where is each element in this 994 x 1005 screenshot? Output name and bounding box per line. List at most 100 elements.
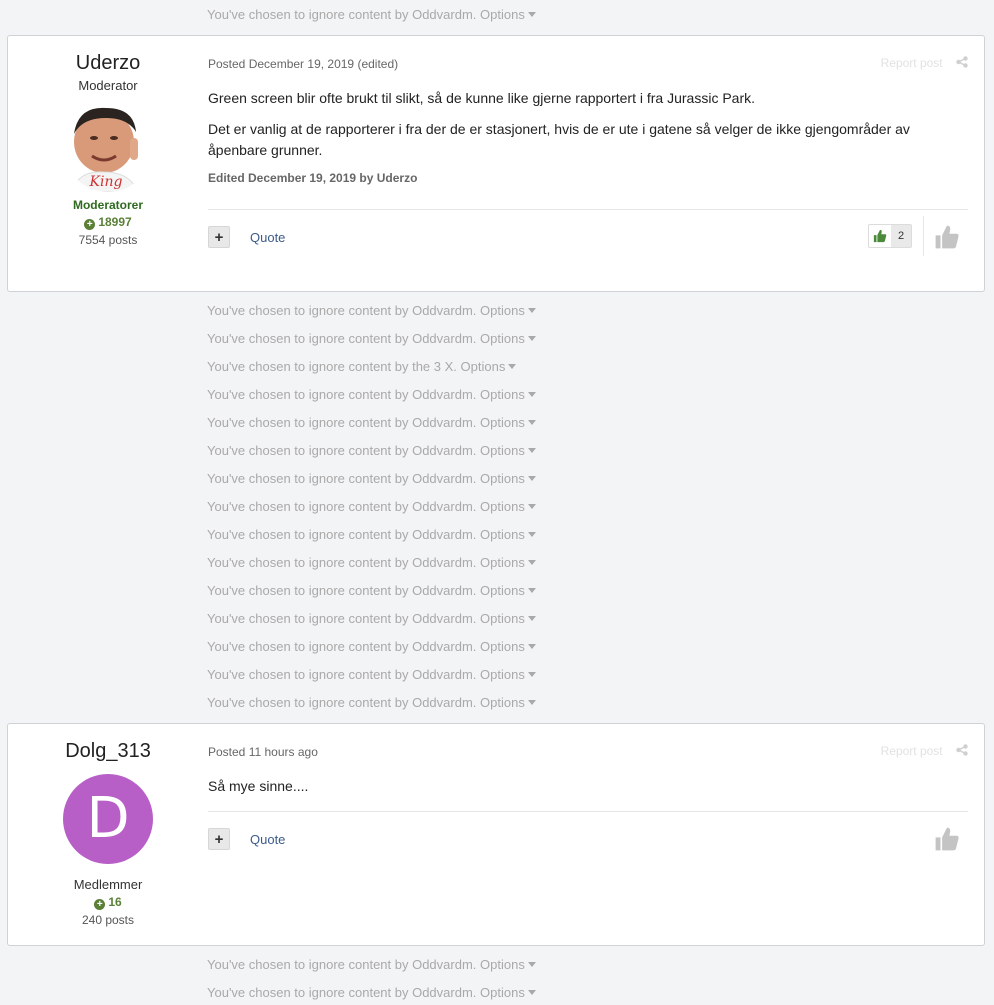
options-menu[interactable]: Options	[480, 387, 536, 402]
caret-down-icon	[527, 476, 536, 481]
avatar[interactable]: D	[63, 774, 153, 864]
caret-down-icon	[527, 532, 536, 537]
quote-link[interactable]: Quote	[250, 832, 285, 847]
quote-link[interactable]: Quote	[250, 230, 285, 245]
ignored-notice: You've chosen to ignore content by Oddva…	[207, 331, 536, 347]
caret-down-icon	[527, 644, 536, 649]
caret-down-icon	[527, 962, 536, 967]
options-menu[interactable]: Options	[480, 331, 536, 346]
options-menu[interactable]: Options	[461, 359, 517, 374]
caret-down-icon	[527, 588, 536, 593]
post-actions: + Quote 2	[208, 210, 968, 258]
ignored-notice: You've chosen to ignore content by the 3…	[207, 359, 517, 375]
reaction-count: 2	[891, 225, 911, 247]
options-menu[interactable]: Options	[480, 695, 536, 710]
caret-down-icon	[527, 672, 536, 677]
thumbs-up-icon	[935, 827, 959, 851]
options-menu[interactable]: Options	[480, 7, 536, 22]
avatar[interactable]: King	[64, 104, 152, 192]
avatar-photo-icon: King	[64, 104, 152, 192]
ignored-notice: You've chosen to ignore content by Oddva…	[207, 667, 536, 683]
ignored-notice: You've chosen to ignore content by Oddva…	[207, 957, 536, 973]
author-group: Moderatorer	[72, 198, 143, 212]
post-date[interactable]: December 19, 2019	[249, 57, 354, 71]
author-name[interactable]: Uderzo	[8, 51, 208, 75]
like-button[interactable]	[934, 826, 960, 857]
reputation-badge: +18997	[8, 215, 208, 230]
divider	[923, 216, 924, 256]
options-menu[interactable]: Options	[480, 303, 536, 318]
post-paragraph: Green screen blir ofte brukt til slikt, …	[208, 90, 756, 106]
ignored-notice: You've chosen to ignore content by Oddva…	[207, 555, 536, 571]
post-content: Posted December 19, 2019 (edited) Report…	[208, 36, 968, 258]
ignored-notice: You've chosen to ignore content by Oddva…	[207, 583, 536, 599]
post-meta: Posted December 19, 2019 (edited)	[208, 57, 399, 71]
ignored-notice: You've chosen to ignore content by Oddva…	[207, 499, 536, 515]
caret-down-icon	[527, 504, 536, 509]
share-icon[interactable]	[956, 744, 968, 759]
options-menu[interactable]: Options	[480, 555, 536, 570]
options-menu[interactable]: Options	[480, 499, 536, 514]
ignored-notice: You've chosen to ignore content by Oddva…	[207, 639, 536, 655]
share-icon[interactable]	[956, 56, 968, 71]
options-menu[interactable]: Options	[480, 957, 536, 972]
options-menu[interactable]: Options	[480, 583, 536, 598]
post-count: 240 posts	[81, 913, 135, 927]
report-post-link[interactable]: Report post	[881, 744, 943, 758]
options-menu[interactable]: Options	[480, 611, 536, 626]
caret-down-icon	[527, 700, 536, 705]
svg-text:King: King	[89, 174, 123, 190]
options-menu[interactable]: Options	[480, 415, 536, 430]
caret-down-icon	[527, 420, 536, 425]
caret-down-icon	[527, 616, 536, 621]
caret-down-icon	[527, 560, 536, 565]
post-dolg: Dolg_313 D Medlemmer +16 240 posts Poste…	[7, 723, 985, 946]
options-menu[interactable]: Options	[480, 443, 536, 458]
options-menu[interactable]: Options	[480, 985, 536, 1000]
author-panel: Uderzo Moderator King Moderatorer +18997…	[8, 36, 208, 247]
post-body: Så mye sinne....	[208, 776, 968, 797]
post-tools: Report post	[881, 56, 968, 71]
ignored-notice: You've chosen to ignore content by Oddva…	[207, 611, 536, 627]
like-button[interactable]	[934, 224, 960, 255]
ignored-notice: You've chosen to ignore content by Oddva…	[207, 7, 536, 23]
options-menu[interactable]: Options	[480, 639, 536, 654]
ignored-notice: You've chosen to ignore content by Oddva…	[207, 387, 536, 403]
ignored-notice: You've chosen to ignore content by Oddva…	[207, 303, 536, 319]
reputation-badge: +16	[8, 895, 208, 910]
ignored-notice: You've chosen to ignore content by Oddva…	[207, 985, 536, 1001]
options-menu[interactable]: Options	[480, 667, 536, 682]
post-date[interactable]: 11 hours ago	[249, 745, 318, 759]
options-menu[interactable]: Options	[480, 527, 536, 542]
post-actions: + Quote	[208, 812, 968, 860]
ignored-notice: You've chosen to ignore content by Oddva…	[207, 471, 536, 487]
ignored-notice: You've chosen to ignore content by Oddva…	[207, 527, 536, 543]
multiquote-button[interactable]: +	[208, 828, 230, 850]
like-thumb-icon	[869, 225, 891, 247]
options-menu[interactable]: Options	[480, 471, 536, 486]
post-content: Posted 11 hours ago Report post Så mye s…	[208, 724, 968, 860]
caret-down-icon	[527, 990, 536, 995]
thumbs-up-icon	[935, 225, 959, 249]
post-tools: Report post	[881, 744, 968, 759]
post-paragraph: Det er vanlig at de rapporterer i fra de…	[208, 121, 910, 158]
caret-down-icon	[527, 12, 536, 17]
author-title: Moderator	[78, 78, 138, 93]
caret-down-icon	[527, 336, 536, 341]
author-panel: Dolg_313 D Medlemmer +16 240 posts	[8, 724, 208, 927]
post-count: 7554 posts	[78, 233, 138, 247]
multiquote-button[interactable]: +	[208, 226, 230, 248]
caret-down-icon	[527, 308, 536, 313]
author-group: Medlemmer	[73, 877, 143, 892]
plus-circle-icon: +	[84, 219, 96, 230]
post-meta: Posted 11 hours ago	[208, 745, 318, 759]
edited-note: Edited December 19, 2019 by Uderzo	[208, 171, 418, 185]
edited-flag: (edited)	[357, 57, 399, 71]
author-name[interactable]: Dolg_313	[8, 739, 208, 763]
caret-down-icon	[508, 364, 517, 369]
reaction-summary[interactable]: 2	[868, 224, 912, 248]
post-uderzo: Uderzo Moderator King Moderatorer +18997…	[7, 35, 985, 292]
caret-down-icon	[527, 448, 536, 453]
post-body: Green screen blir ofte brukt til slikt, …	[208, 88, 968, 161]
report-post-link[interactable]: Report post	[881, 56, 943, 70]
